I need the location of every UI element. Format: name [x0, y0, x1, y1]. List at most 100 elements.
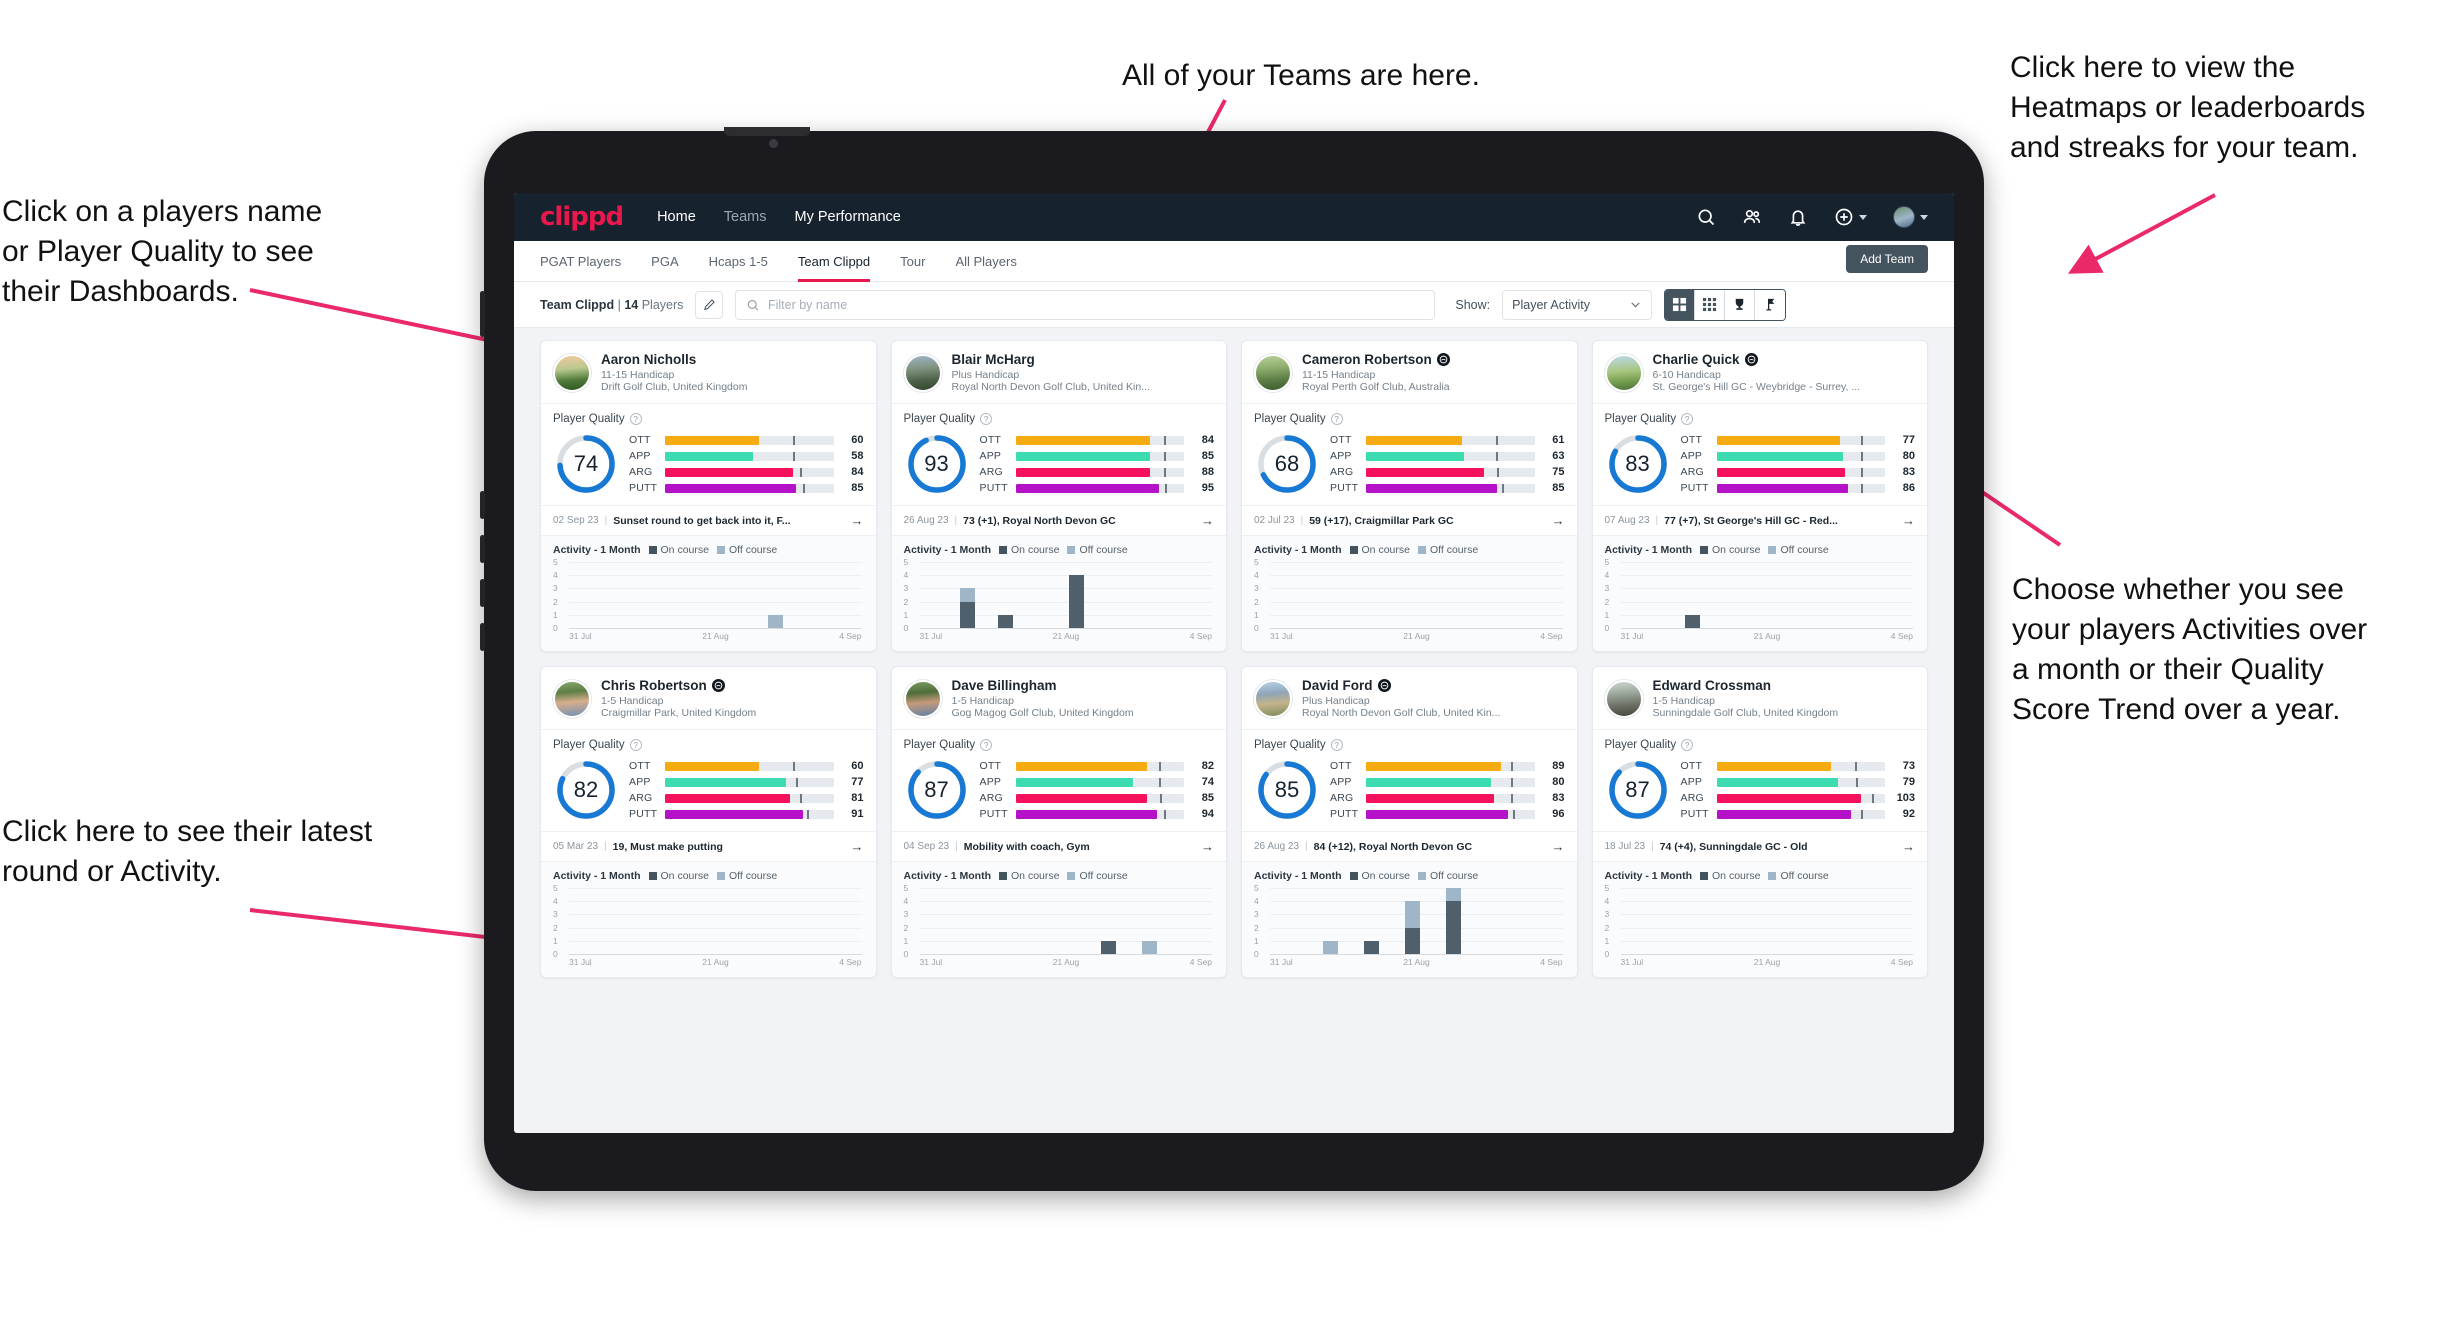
profile-menu[interactable]: [1893, 206, 1928, 228]
player-name[interactable]: Blair McHarg: [952, 352, 1035, 367]
tab-all-players[interactable]: All Players: [955, 241, 1016, 282]
player-card[interactable]: Chris Robertson 1-5 Handicap Craigmillar…: [540, 666, 877, 978]
player-name[interactable]: Aaron Nicholls: [601, 352, 696, 367]
player-avatar[interactable]: [1254, 679, 1292, 718]
player-quality-section[interactable]: Player Quality ? 87 OTT 82 APP 74 ARG 85…: [891, 729, 1226, 831]
tab-tour[interactable]: Tour: [900, 241, 925, 282]
search-box[interactable]: [735, 289, 1436, 320]
player-quality-section[interactable]: Player Quality ? 83 OTT 77 APP 80 ARG 83…: [1592, 403, 1927, 505]
quality-score-ring[interactable]: 74: [553, 431, 619, 497]
help-icon[interactable]: ?: [1681, 739, 1694, 751]
arrow-right-icon[interactable]: →: [1201, 513, 1214, 528]
quality-score-ring[interactable]: 83: [1605, 431, 1671, 497]
help-icon[interactable]: ?: [980, 739, 993, 751]
avatar[interactable]: [1893, 206, 1915, 228]
bell-icon[interactable]: [1788, 207, 1808, 227]
player-card[interactable]: Cameron Robertson 11-15 Handicap Royal P…: [1241, 340, 1578, 652]
help-icon[interactable]: ?: [1330, 413, 1343, 425]
player-card[interactable]: Aaron Nicholls 11-15 Handicap Drift Golf…: [540, 340, 877, 652]
player-name[interactable]: Edward Crossman: [1653, 678, 1772, 693]
player-header[interactable]: David Ford Plus Handicap Royal North Dev…: [1242, 667, 1577, 729]
tab-pga[interactable]: PGA: [651, 241, 678, 282]
tab-team-clippd[interactable]: Team Clippd: [797, 241, 871, 282]
player-header[interactable]: Aaron Nicholls 11-15 Handicap Drift Golf…: [541, 341, 876, 403]
player-card[interactable]: Blair McHarg Plus Handicap Royal North D…: [890, 340, 1227, 652]
player-avatar[interactable]: [1254, 353, 1292, 392]
player-name[interactable]: David Ford: [1302, 678, 1373, 693]
player-quality-section[interactable]: Player Quality ? 93 OTT 84 APP 85 ARG 88…: [891, 403, 1226, 505]
latest-round-row[interactable]: 26 Aug 23 | 84 (+12), Royal North Devon …: [1242, 831, 1577, 862]
help-icon[interactable]: ?: [629, 739, 642, 751]
player-card[interactable]: Edward Crossman 1-5 Handicap Sunningdale…: [1591, 666, 1928, 978]
arrow-right-icon[interactable]: →: [851, 513, 864, 528]
player-card[interactable]: David Ford Plus Handicap Royal North Dev…: [1241, 666, 1578, 978]
leaderboard-view-button[interactable]: [1725, 289, 1756, 320]
search-icon[interactable]: [1696, 207, 1716, 227]
help-icon[interactable]: ?: [1330, 739, 1343, 751]
nav-item-my-performance[interactable]: My Performance: [794, 209, 900, 225]
nav-item-teams[interactable]: Teams: [724, 209, 767, 225]
grid-large-view-button[interactable]: [1665, 289, 1696, 320]
player-header[interactable]: Edward Crossman 1-5 Handicap Sunningdale…: [1593, 667, 1928, 729]
player-avatar[interactable]: [1604, 353, 1643, 392]
player-name[interactable]: Chris Robertson: [601, 678, 707, 693]
player-header[interactable]: Cameron Robertson 11-15 Handicap Royal P…: [1242, 341, 1577, 403]
edit-team-button[interactable]: [695, 290, 724, 319]
quality-score-ring[interactable]: 85: [1254, 757, 1320, 823]
player-quality-section[interactable]: Player Quality ? 68 OTT 61 APP 63 ARG 75…: [1242, 403, 1577, 505]
player-avatar[interactable]: [903, 679, 942, 718]
arrow-right-icon[interactable]: →: [1552, 839, 1565, 854]
latest-round-row[interactable]: 18 Jul 23 | 74 (+4), Sunningdale GC - Ol…: [1592, 831, 1927, 862]
add-team-button[interactable]: Add Team: [1846, 245, 1928, 273]
help-icon[interactable]: ?: [629, 413, 642, 425]
quality-score-ring[interactable]: 82: [553, 757, 619, 823]
people-icon[interactable]: [1742, 207, 1762, 227]
player-quality-section[interactable]: Player Quality ? 87 OTT 73 APP 79 ARG 10…: [1592, 729, 1927, 831]
player-quality-section[interactable]: Player Quality ? 82 OTT 60 APP 77 ARG 81…: [541, 729, 876, 831]
tab-hcaps-1-5[interactable]: Hcaps 1-5: [709, 241, 768, 282]
player-card[interactable]: Charlie Quick 6-10 Handicap St. George's…: [1591, 340, 1928, 652]
heatmap-view-button[interactable]: [1755, 289, 1786, 320]
quality-score-value: 83: [1625, 451, 1650, 476]
player-quality-section[interactable]: Player Quality ? 85 OTT 89 APP 80 ARG 83…: [1242, 729, 1577, 831]
player-name[interactable]: Dave Billingham: [952, 678, 1057, 693]
clippd-logo[interactable]: clippd: [540, 202, 624, 232]
plus-circle-icon[interactable]: [1834, 207, 1854, 227]
player-avatar[interactable]: [1604, 679, 1643, 718]
arrow-right-icon[interactable]: →: [1201, 839, 1214, 854]
arrow-right-icon[interactable]: →: [1552, 513, 1565, 528]
quality-score-ring[interactable]: 87: [904, 757, 970, 823]
tab-pgat-players[interactable]: PGAT Players: [540, 241, 621, 282]
show-select[interactable]: Player Activity: [1502, 289, 1653, 320]
player-header[interactable]: Charlie Quick 6-10 Handicap St. George's…: [1593, 341, 1928, 403]
arrow-right-icon[interactable]: →: [1902, 839, 1915, 854]
latest-round-row[interactable]: 02 Jul 23 | 59 (+17), Craigmillar Park G…: [1242, 505, 1577, 536]
add-menu[interactable]: [1834, 207, 1867, 227]
player-avatar[interactable]: [553, 353, 591, 392]
help-icon[interactable]: ?: [980, 413, 993, 425]
grid-dense-view-button[interactable]: [1695, 289, 1726, 320]
player-quality-section[interactable]: Player Quality ? 74 OTT 60 APP 58 ARG 84…: [541, 403, 876, 505]
player-name[interactable]: Charlie Quick: [1653, 352, 1740, 367]
round-separator: |: [955, 841, 958, 852]
nav-item-home[interactable]: Home: [657, 209, 696, 225]
player-card[interactable]: Dave Billingham 1-5 Handicap Gog Magog G…: [890, 666, 1227, 978]
player-name[interactable]: Cameron Robertson: [1302, 352, 1432, 367]
latest-round-row[interactable]: 04 Sep 23 | Mobility with coach, Gym →: [891, 831, 1226, 862]
latest-round-row[interactable]: 05 Mar 23 | 19, Must make putting →: [541, 831, 876, 862]
player-header[interactable]: Blair McHarg Plus Handicap Royal North D…: [892, 341, 1227, 403]
player-avatar[interactable]: [903, 353, 942, 392]
quality-score-ring[interactable]: 93: [904, 431, 970, 497]
player-avatar[interactable]: [553, 679, 591, 718]
player-header[interactable]: Dave Billingham 1-5 Handicap Gog Magog G…: [892, 667, 1227, 729]
arrow-right-icon[interactable]: →: [851, 839, 864, 854]
latest-round-row[interactable]: 02 Sep 23 | Sunset round to get back int…: [541, 505, 876, 536]
quality-score-ring[interactable]: 68: [1254, 431, 1320, 497]
latest-round-row[interactable]: 26 Aug 23 | 73 (+1), Royal North Devon G…: [891, 505, 1226, 536]
help-icon[interactable]: ?: [1681, 413, 1694, 425]
latest-round-row[interactable]: 07 Aug 23 | 77 (+7), St George's Hill GC…: [1592, 505, 1927, 536]
quality-score-ring[interactable]: 87: [1605, 757, 1671, 823]
search-input[interactable]: [767, 297, 1425, 312]
arrow-right-icon[interactable]: →: [1902, 513, 1915, 528]
player-header[interactable]: Chris Robertson 1-5 Handicap Craigmillar…: [541, 667, 876, 729]
